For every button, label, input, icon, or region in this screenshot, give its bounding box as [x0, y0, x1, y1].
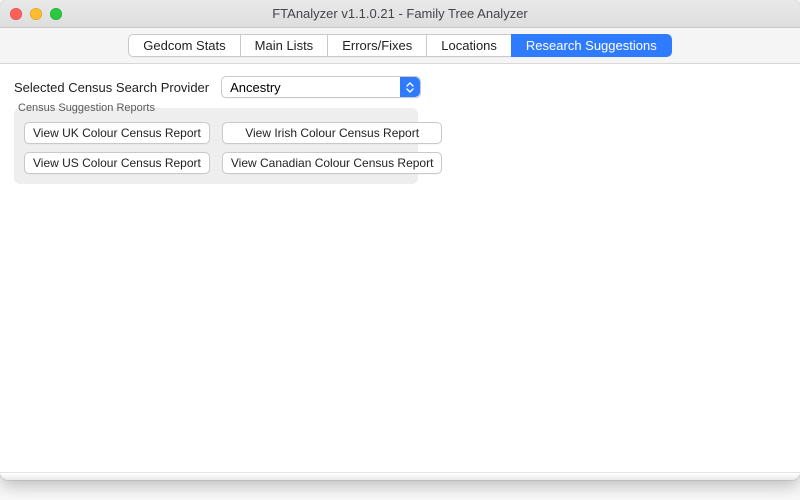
minimize-icon[interactable]	[30, 8, 42, 20]
search-provider-row: Selected Census Search Provider Ancestry	[14, 76, 786, 98]
search-provider-select[interactable]: Ancestry	[221, 76, 421, 98]
tab-content: Selected Census Search Provider Ancestry…	[0, 64, 800, 472]
search-provider-label: Selected Census Search Provider	[14, 80, 209, 95]
titlebar: FTAnalyzer v1.1.0.21 - Family Tree Analy…	[0, 0, 800, 28]
tab-bar: Gedcom Stats Main Lists Errors/Fixes Loc…	[0, 28, 800, 64]
group-title: Census Suggestion Reports	[16, 102, 157, 114]
app-window: FTAnalyzer v1.1.0.21 - Family Tree Analy…	[0, 0, 800, 480]
view-uk-census-button[interactable]: View UK Colour Census Report	[24, 122, 210, 144]
view-canadian-census-button[interactable]: View Canadian Colour Census Report	[222, 152, 443, 174]
window-title: FTAnalyzer v1.1.0.21 - Family Tree Analy…	[0, 6, 800, 21]
tab-gedcom-stats[interactable]: Gedcom Stats	[128, 34, 239, 57]
view-us-census-button[interactable]: View US Colour Census Report	[24, 152, 210, 174]
view-irish-census-button[interactable]: View Irish Colour Census Report	[222, 122, 443, 144]
window-footer	[0, 472, 800, 480]
chevron-up-down-icon	[400, 77, 420, 97]
census-report-buttons: View UK Colour Census Report View Irish …	[24, 122, 408, 174]
zoom-icon[interactable]	[50, 8, 62, 20]
tab-locations[interactable]: Locations	[426, 34, 511, 57]
tab-research-suggestions[interactable]: Research Suggestions	[511, 34, 672, 57]
census-reports-group: Census Suggestion Reports View UK Colour…	[14, 108, 418, 184]
close-icon[interactable]	[10, 8, 22, 20]
window-controls	[10, 8, 62, 20]
tab-errors-fixes[interactable]: Errors/Fixes	[327, 34, 426, 57]
search-provider-value: Ancestry	[230, 80, 281, 95]
tab-main-lists[interactable]: Main Lists	[240, 34, 328, 57]
tab-segmented-control: Gedcom Stats Main Lists Errors/Fixes Loc…	[128, 34, 671, 57]
